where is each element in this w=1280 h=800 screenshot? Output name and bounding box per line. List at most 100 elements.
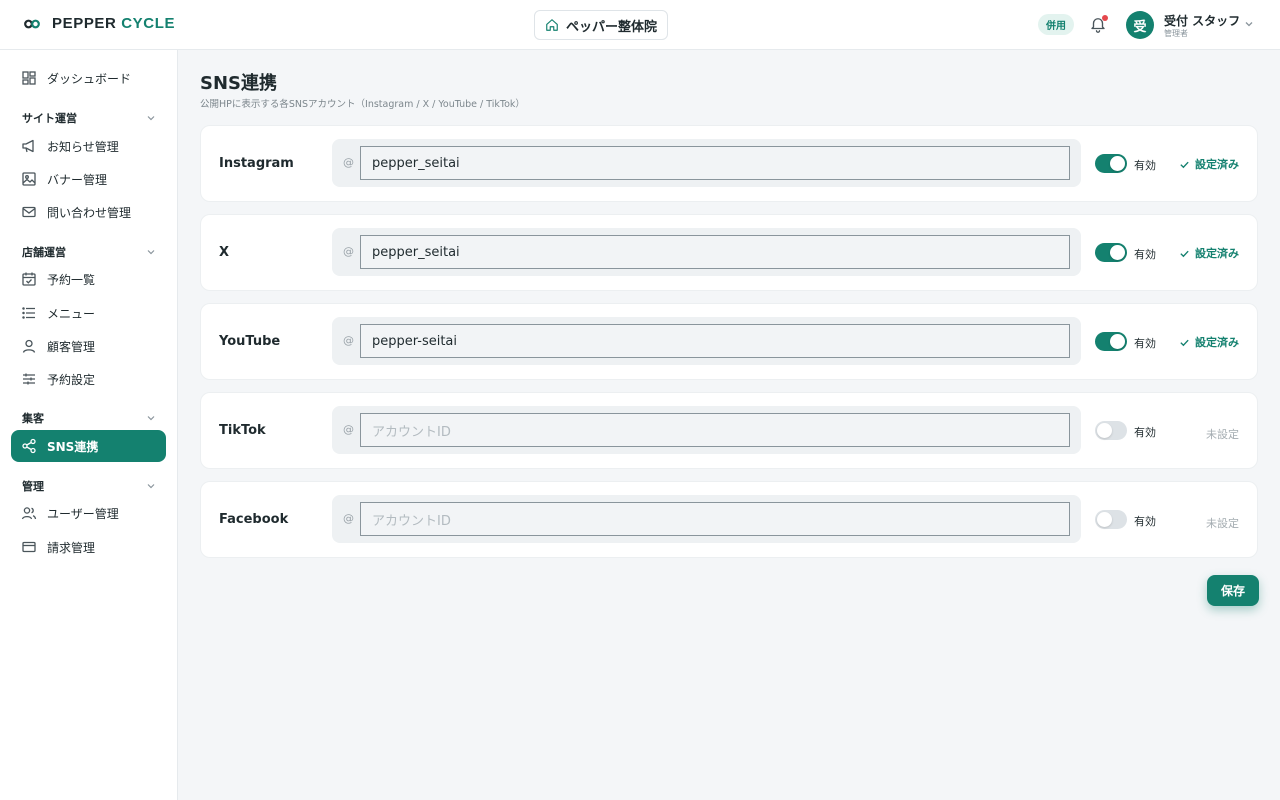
enable-toggle[interactable] bbox=[1095, 510, 1127, 529]
account-id-input[interactable]: pepper_seitai bbox=[360, 235, 1070, 269]
shop-name: ペッパー整体院 bbox=[565, 19, 657, 35]
status-text: 設定済み bbox=[1195, 158, 1239, 171]
sidebar-section-site[interactable]: サイト運営 bbox=[22, 110, 156, 126]
page-title: SNS連携 bbox=[200, 73, 277, 94]
sns-name: YouTube bbox=[219, 334, 281, 349]
sidebar-section-marketing[interactable]: 集客 bbox=[22, 410, 156, 426]
chevron-down-icon bbox=[147, 484, 155, 489]
home-icon bbox=[546, 19, 558, 31]
toggle-knob bbox=[1110, 245, 1125, 260]
enable-toggle[interactable] bbox=[1095, 154, 1127, 173]
status-badge: 設定済み bbox=[1179, 334, 1239, 350]
infinity-logo-icon bbox=[24, 19, 40, 28]
sidebar-item-label: ダッシュボード bbox=[47, 71, 132, 86]
shop-selector[interactable]: ペッパー整体院 bbox=[534, 10, 668, 40]
avatar[interactable]: 受 bbox=[1126, 11, 1154, 39]
page-subtitle: 公開HPに表示する各SNSアカウント（Instagram / X / YouTu… bbox=[200, 99, 525, 110]
status-badge: 設定済み bbox=[1179, 245, 1239, 261]
account-input-group: @ アカウントID bbox=[332, 406, 1081, 454]
share-icon bbox=[22, 438, 36, 454]
sidebar-item-label: メニュー bbox=[47, 306, 96, 321]
status-badge: 未設定 bbox=[1206, 517, 1239, 530]
toggle-label: 有効 bbox=[1134, 248, 1156, 261]
account-id-input[interactable]: アカウントID bbox=[360, 502, 1070, 536]
at-prefix: @ bbox=[343, 334, 354, 347]
sns-card: TikTok @ アカウントID 有効 未設定 bbox=[200, 392, 1258, 469]
notification-dot bbox=[1102, 15, 1108, 21]
sns-name: Facebook bbox=[219, 512, 289, 527]
chevron-down-icon bbox=[147, 416, 155, 421]
sidebar-item-dashboard[interactable]: ダッシュボード bbox=[11, 62, 166, 94]
account-input-group: @ pepper_seitai bbox=[332, 228, 1081, 276]
at-prefix: @ bbox=[343, 245, 354, 258]
sliders-icon bbox=[23, 373, 35, 385]
chevron-down-icon bbox=[147, 250, 155, 255]
mode-badge: 併用 bbox=[1038, 14, 1074, 35]
sidebar-item-label: 請求管理 bbox=[47, 540, 96, 555]
toggle-label: 有効 bbox=[1134, 159, 1156, 172]
sidebar-item-users[interactable]: ユーザー管理 bbox=[11, 497, 166, 529]
sidebar-item-label: SNS連携 bbox=[47, 439, 99, 454]
users-icon bbox=[21, 507, 37, 520]
account-input-group: @ アカウントID bbox=[332, 495, 1081, 543]
sidebar-item-news[interactable]: お知らせ管理 bbox=[11, 130, 166, 162]
mail-icon bbox=[22, 206, 36, 218]
sidebar-item-reservations[interactable]: 予約一覧 bbox=[11, 263, 166, 295]
sns-card: Facebook @ アカウントID 有効 未設定 bbox=[200, 481, 1258, 558]
sidebar-item-reservation-settings[interactable]: 予約設定 bbox=[11, 363, 166, 395]
check-icon bbox=[1180, 161, 1189, 168]
sidebar-section-store[interactable]: 店舗運営 bbox=[22, 244, 156, 260]
sidebar-item-banner[interactable]: バナー管理 bbox=[11, 163, 166, 195]
sidebar-item-sns[interactable]: SNS連携 bbox=[11, 430, 166, 462]
account-id-input[interactable]: pepper_seitai bbox=[360, 146, 1070, 180]
account-id-input[interactable]: pepper-seitai bbox=[360, 324, 1070, 358]
toggle-knob bbox=[1097, 512, 1112, 527]
check-icon bbox=[1180, 250, 1189, 257]
sns-name: X bbox=[219, 245, 230, 260]
chevron-down-icon[interactable] bbox=[1244, 19, 1254, 29]
user-icon bbox=[22, 339, 36, 353]
sidebar-item-billing[interactable]: 請求管理 bbox=[11, 531, 166, 563]
sidebar-section-admin[interactable]: 管理 bbox=[22, 478, 156, 494]
sns-card: X @ pepper_seitai 有効 設定済み bbox=[200, 214, 1258, 291]
account-input-group: @ pepper-seitai bbox=[332, 317, 1081, 365]
sidebar-item-menu[interactable]: メニュー bbox=[11, 297, 166, 329]
sidebar: ダッシュボード サイト運営 お知らせ管理 バナー管理 問い合わせ管理 店舗運営 … bbox=[0, 50, 178, 800]
at-prefix: @ bbox=[343, 512, 354, 525]
sns-card: Instagram @ pepper_seitai 有効 設定済み bbox=[200, 125, 1258, 202]
account-id-input[interactable]: アカウントID bbox=[360, 413, 1070, 447]
enable-toggle[interactable] bbox=[1095, 332, 1127, 351]
calendar-check-icon bbox=[22, 272, 36, 286]
toggle-label: 有効 bbox=[1134, 426, 1156, 439]
user-name[interactable]: 受付 スタッフ bbox=[1164, 12, 1240, 29]
enable-toggle[interactable] bbox=[1095, 243, 1127, 262]
toggle-knob bbox=[1097, 423, 1112, 438]
dashboard-icon bbox=[22, 71, 36, 85]
megaphone-icon bbox=[22, 139, 34, 153]
sns-name: Instagram bbox=[219, 156, 294, 171]
status-text: 設定済み bbox=[1195, 247, 1239, 260]
brand-logo[interactable]: PEPPER CYCLE bbox=[24, 15, 175, 32]
sidebar-item-label: 問い合わせ管理 bbox=[47, 205, 132, 220]
toggle-knob bbox=[1110, 156, 1125, 171]
save-button[interactable]: 保存 bbox=[1207, 575, 1259, 606]
brand-name: PEPPER CYCLE bbox=[52, 15, 176, 32]
image-icon bbox=[22, 172, 36, 186]
sidebar-item-inquiry[interactable]: 問い合わせ管理 bbox=[11, 196, 166, 228]
sidebar-item-label: 顧客管理 bbox=[47, 339, 96, 354]
toggle-knob bbox=[1110, 334, 1125, 349]
check-icon bbox=[1180, 339, 1189, 346]
sidebar-item-customers[interactable]: 顧客管理 bbox=[11, 330, 166, 362]
account-input-group: @ pepper_seitai bbox=[332, 139, 1081, 187]
status-badge: 未設定 bbox=[1206, 428, 1239, 441]
at-prefix: @ bbox=[343, 423, 354, 436]
sidebar-item-label: ユーザー管理 bbox=[47, 506, 119, 521]
toggle-label: 有効 bbox=[1134, 337, 1156, 350]
at-prefix: @ bbox=[343, 156, 354, 169]
sns-name: TikTok bbox=[219, 423, 266, 438]
list-icon bbox=[22, 307, 35, 319]
sidebar-item-label: 予約設定 bbox=[47, 372, 96, 387]
status-text: 設定済み bbox=[1195, 336, 1239, 349]
credit-card-icon bbox=[22, 541, 36, 553]
enable-toggle[interactable] bbox=[1095, 421, 1127, 440]
